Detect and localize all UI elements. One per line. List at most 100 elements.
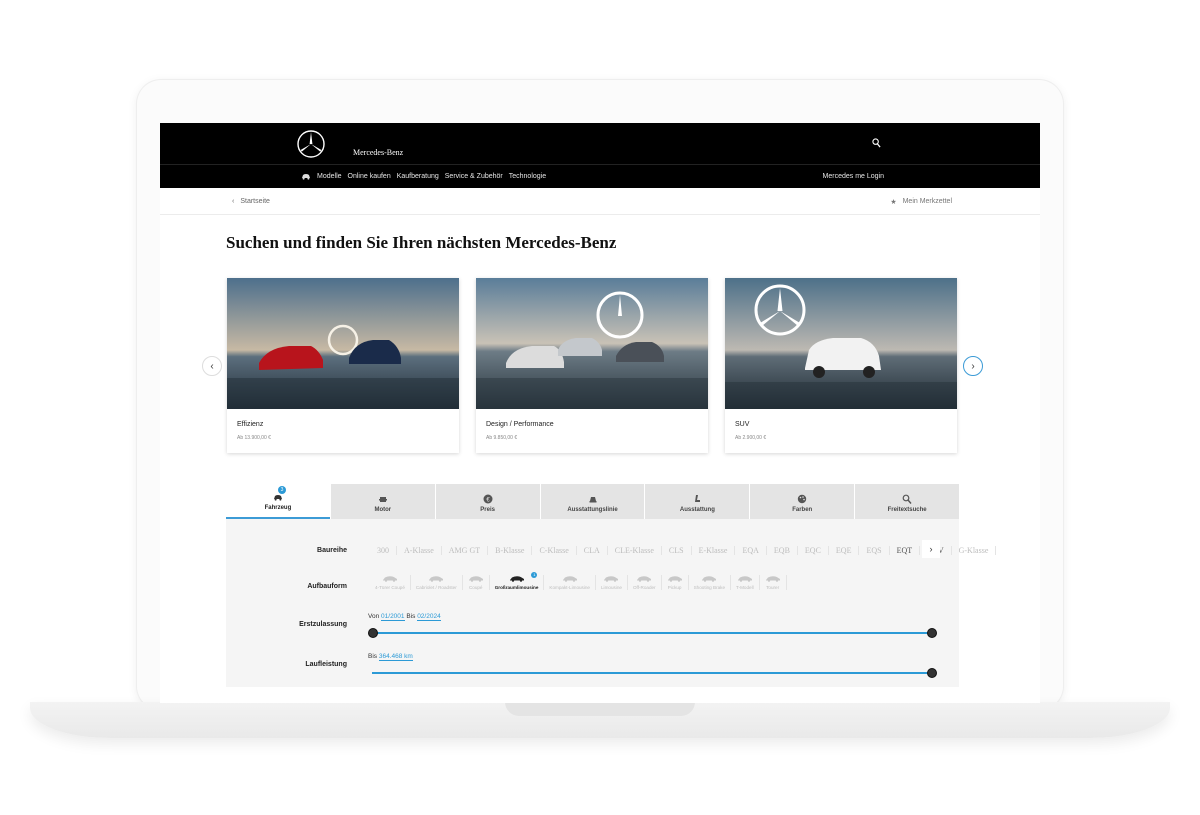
main-nav: Modelle Online kaufen Kaufberatung Servi…: [160, 164, 1040, 188]
wishlist-label: Mein Merkzettel: [902, 198, 952, 205]
tab-farben[interactable]: Farben: [750, 484, 855, 519]
search-icon: [902, 494, 912, 504]
body-type-label: 4-Türer Coupé: [375, 585, 405, 590]
body-type-option[interactable]: Pickup: [662, 575, 689, 590]
palette-icon: [798, 494, 807, 504]
series-option[interactable]: G-Klasse: [952, 546, 997, 555]
series-option[interactable]: EQC: [798, 546, 829, 555]
slider-handle-max[interactable]: [927, 628, 937, 638]
nav-online-kaufen[interactable]: Online kaufen: [348, 173, 391, 180]
body-type-option[interactable]: Tourer: [760, 575, 787, 590]
category-card-effizienz[interactable]: Effizienz Ab 13.900,00 €: [227, 278, 459, 453]
to-word: Bis: [368, 653, 378, 660]
card-price: Ab 9.850,00 €: [486, 435, 518, 441]
chevron-right-icon: ›: [971, 360, 975, 372]
series-option[interactable]: C-Klasse: [532, 546, 577, 555]
tab-motor[interactable]: Motor: [330, 484, 435, 519]
car-silhouette-icon: [637, 576, 652, 582]
to-word: Bis: [406, 613, 416, 620]
body-type-label: Cabriolet / Roadster: [415, 585, 457, 590]
series-option[interactable]: AMG GT: [442, 546, 489, 555]
body-type-option[interactable]: Coupé: [463, 575, 490, 590]
body-type-label: Limousine: [601, 585, 622, 590]
series-option[interactable]: EQA: [735, 546, 767, 555]
tab-freitextsuche[interactable]: Freitextsuche: [855, 484, 960, 519]
tab-preis[interactable]: € Preis: [435, 484, 540, 519]
series-option[interactable]: 300: [370, 546, 397, 555]
registration-label: Erstzulassung: [299, 621, 347, 628]
tab-ausstattung[interactable]: Ausstattung: [645, 484, 750, 519]
registration-from-value[interactable]: 01/2001: [381, 613, 405, 621]
car-silhouette-icon: [562, 576, 577, 582]
body-type-option[interactable]: 4-Türer Coupé: [370, 575, 411, 590]
back-link[interactable]: ‹ Startseite: [232, 198, 270, 205]
tab-ausstattungslinie[interactable]: Ausstattungslinie: [540, 484, 645, 519]
mileage-range-text: Bis 364.468 km: [368, 653, 413, 661]
search-icon[interactable]: [872, 138, 881, 148]
body-type-option[interactable]: Kompakt-Limousine: [544, 575, 596, 590]
series-option[interactable]: EQT: [890, 546, 921, 555]
tab-label: Preis: [480, 507, 495, 513]
tab-label: Motor: [374, 507, 392, 513]
body-type-label: Kompakt-Limousine: [549, 585, 590, 590]
mileage-to-value[interactable]: 364.468 km: [378, 653, 413, 661]
login-link[interactable]: Mercedes me Login: [823, 173, 884, 180]
series-label: Baureihe: [317, 547, 347, 554]
body-type-label: Off-Roader: [632, 585, 656, 590]
card-image: [476, 278, 708, 409]
card-price: Ab 2.900,00 €: [735, 435, 767, 441]
body-type-label: Shooting Brake: [693, 585, 726, 590]
body-type-option[interactable]: Limousine: [596, 575, 628, 590]
body-type-option[interactable]: Großraumlimousine 1: [490, 572, 545, 590]
body-type-option[interactable]: Cabriolet / Roadster: [411, 575, 463, 590]
back-label: Startseite: [240, 198, 270, 205]
wishlist-link[interactable]: ★ Mein Merkzettel: [890, 198, 952, 206]
series-option[interactable]: B-Klasse: [488, 546, 533, 555]
nav-kaufberatung[interactable]: Kaufberatung: [397, 173, 439, 180]
tab-fahrzeug[interactable]: 3 Fahrzeug: [226, 484, 330, 519]
tab-label: Ausstattung: [679, 507, 715, 513]
series-option[interactable]: EQS: [859, 546, 890, 555]
euro-icon: €: [483, 494, 493, 504]
category-card-design-performance[interactable]: Design / Performance Ab 9.850,00 €: [476, 278, 708, 453]
category-card-suv[interactable]: SUV Ab 2.900,00 €: [725, 278, 957, 453]
body-type-option[interactable]: Off-Roader: [628, 575, 662, 590]
series-option[interactable]: EQE: [829, 546, 860, 555]
series-option[interactable]: A-Klasse: [397, 546, 442, 555]
car-front-icon: [589, 497, 596, 503]
mileage-slider[interactable]: [372, 668, 937, 678]
card-price: Ab 13.900,00 €: [237, 435, 271, 441]
series-option[interactable]: CLA: [577, 546, 608, 555]
series-next-button[interactable]: ›: [922, 540, 940, 558]
car-icon: [302, 174, 310, 180]
engine-icon: [378, 497, 387, 502]
registration-to-value[interactable]: 02/2024: [417, 613, 441, 621]
header: Mercedes-Benz: [160, 123, 1040, 164]
body-type-option[interactable]: T-Modell: [731, 575, 760, 590]
series-list: 300 A-Klasse AMG GT B-Klasse C-Klasse CLA CLE-…: [370, 546, 997, 555]
nav-technologie[interactable]: Technologie: [509, 173, 546, 180]
body-type-label: T-Modell: [736, 585, 754, 590]
mercedes-star-logo-icon[interactable]: [296, 129, 326, 159]
registration-slider[interactable]: [368, 628, 937, 638]
tab-label: Farben: [792, 507, 813, 513]
chevron-right-icon: ›: [929, 544, 933, 554]
nav-service-zubehoer[interactable]: Service & Zubehör: [445, 173, 503, 180]
body-type-label: Coupé: [468, 585, 483, 590]
carousel-next-button[interactable]: ›: [963, 356, 983, 376]
series-option[interactable]: CLS: [662, 546, 692, 555]
tab-badge: 3: [278, 486, 286, 494]
from-word: Von: [368, 613, 380, 620]
series-option[interactable]: E-Klasse: [692, 546, 736, 555]
carousel-prev-button[interactable]: ‹: [202, 356, 222, 376]
series-option[interactable]: CLE-Klasse: [608, 546, 662, 555]
slider-handle-max[interactable]: [927, 668, 937, 678]
car-silhouette-icon: [765, 576, 780, 582]
slider-handle-min[interactable]: [368, 628, 378, 638]
body-type-option[interactable]: Shooting Brake: [689, 575, 732, 590]
nav-modelle[interactable]: Modelle: [317, 173, 342, 180]
chevron-left-icon: ‹: [232, 198, 235, 205]
body-type-list: 4-Türer Coupé Cabriolet / Roadster Coupé Gr…: [370, 572, 787, 590]
series-option[interactable]: EQB: [767, 546, 798, 555]
car-silhouette-icon: [604, 576, 619, 582]
